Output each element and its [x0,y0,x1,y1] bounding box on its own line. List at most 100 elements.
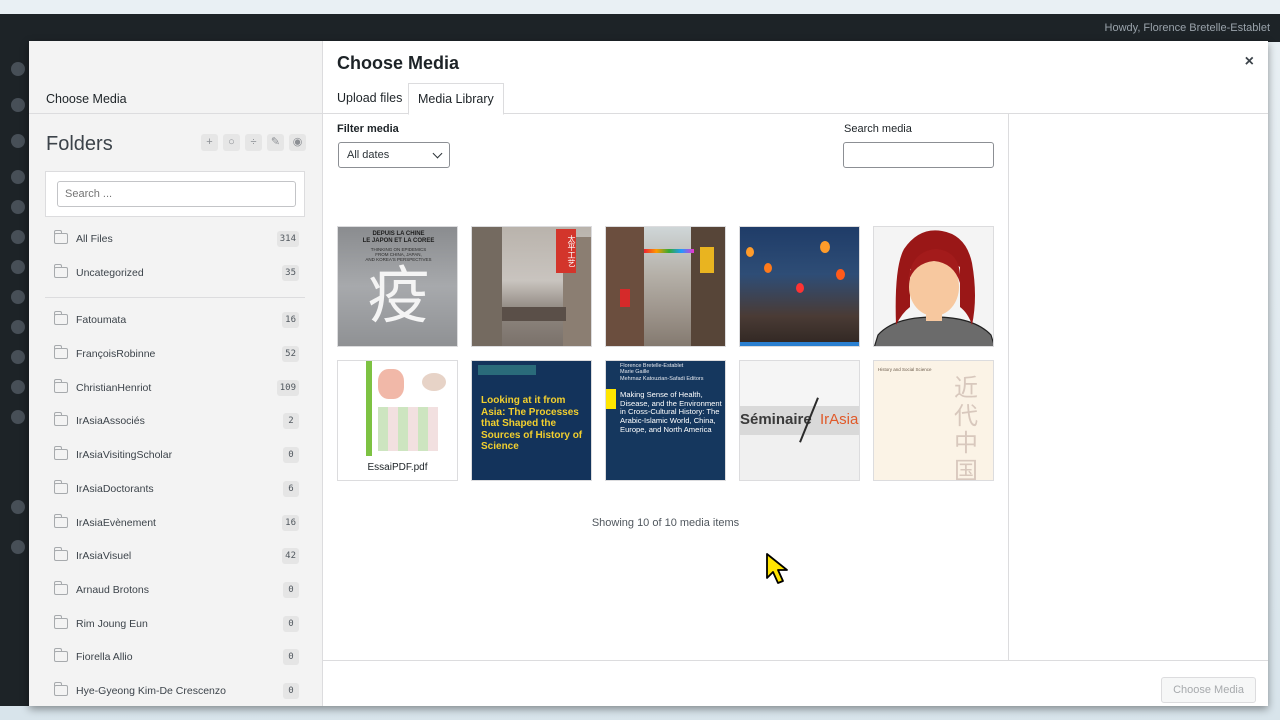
circle-icon[interactable]: ○ [223,134,240,151]
new-folder-icon[interactable]: + [201,134,218,151]
folder-item[interactable]: IrAsiaEvènement 16 [45,514,307,534]
street-sign: 太平工艺 [556,229,576,273]
folder-item[interactable]: Fiorella Allio 0 [45,648,307,668]
modal-menu-title[interactable]: Choose Media [46,92,127,106]
lantern [820,241,830,253]
page-title: Choose Media [337,53,460,73]
folder-item[interactable]: Rim Joung Eun 0 [45,615,307,635]
folder-search-input[interactable] [57,181,296,207]
lantern-sign [700,247,714,273]
menu-icon[interactable] [11,134,25,148]
calligraphy-glyph: 疫 [367,259,430,332]
media-thumbnail[interactable]: Florence Bretelle-Establet Marie Gaille … [605,360,726,481]
book-cover-glyphs: 近代中国 [954,374,978,481]
folder-item[interactable]: IrAsiaVisuel 42 [45,547,307,567]
folder-item[interactable]: All Files 314 [45,230,307,250]
folder-toolbar: + ○ ÷ ✎ ◉ [201,134,306,151]
folder-label: IrAsiaEvènement [76,517,156,529]
folder-count: 16 [282,312,299,328]
book-cover-title: Looking at it from Asia: The Processes t… [481,395,583,452]
chevron-down-icon [432,148,443,159]
media-thumbnail[interactable]: 太平工艺 [471,226,592,347]
folder-count: 16 [282,515,299,531]
menu-icon[interactable] [11,410,25,424]
folder-item[interactable]: IrAsiaDoctorants 6 [45,480,307,500]
media-thumbnail[interactable] [739,226,860,347]
menu-icon[interactable] [11,200,25,214]
folder-count: 0 [283,649,299,665]
lantern [764,263,772,273]
close-icon[interactable]: × [1245,53,1254,71]
choose-media-button[interactable]: Choose Media [1161,677,1256,703]
tab-media-library[interactable]: Media Library [408,83,504,115]
menu-icon[interactable] [11,62,25,76]
media-browser: Filter media All dates Search media DEPU… [323,114,1008,660]
menu-icon[interactable] [11,230,25,244]
street-people [502,307,566,321]
pdf-preview-figure [378,369,404,399]
pdf-preview-bar [366,361,372,457]
search-media-input[interactable] [843,142,994,168]
date-filter-value: All dates [347,149,390,161]
folder-icon [54,514,68,528]
cover-strip [606,389,616,409]
pdf-preview-figure [378,407,438,451]
media-thumbnail[interactable] [605,226,726,347]
menu-icon[interactable] [11,260,25,274]
menu-icon[interactable] [11,380,25,394]
folder-label: IrAsiaVisitingScholar [76,449,173,461]
media-thumbnail[interactable]: Looking at it from Asia: The Processes t… [471,360,592,481]
folder-label: Fiorella Allio [76,651,133,663]
folder-icon [54,615,68,629]
media-thumbnail[interactable]: DEPUIS LA CHINE LE JAPON ET LA COREE THI… [337,226,458,347]
edit-icon[interactable]: ✎ [267,134,284,151]
search-label: Search media [844,123,912,135]
menu-icon[interactable] [11,350,25,364]
folder-item[interactable]: Hye-Gyeong Kim-De Crescenzo 0 [45,682,307,702]
menu-icon[interactable] [11,170,25,184]
folder-icon [54,264,68,278]
folder-icon [54,412,68,426]
folder-icon [54,581,68,595]
folder-label: All Files [76,233,113,245]
folder-item[interactable]: IrAsiaAssociés 2 [45,412,307,432]
mouse-cursor-icon [766,553,788,584]
media-thumbnail[interactable] [873,226,994,347]
cover-strip [478,365,536,375]
folder-item[interactable]: ChristianHenriot 109 [45,379,307,399]
folder-item[interactable]: IrAsiaVisitingScholar 0 [45,446,307,466]
media-thumbnail[interactable]: EssaiPDF.pdf [337,360,458,481]
menu-icon[interactable] [11,290,25,304]
divider [29,113,323,114]
folder-item[interactable]: FrançoisRobinne 52 [45,345,307,365]
prayer-flags [644,249,694,253]
choose-media-modal: Choose Media Folders + ○ ÷ ✎ ◉ All Files… [29,41,1268,706]
folder-item[interactable]: Uncategorized 35 [45,264,307,284]
tab-upload-files[interactable]: Upload files [337,83,402,114]
eye-icon[interactable]: ◉ [289,134,306,151]
folder-count: 42 [282,548,299,564]
folder-icon [54,682,68,696]
folder-label: IrAsiaVisuel [76,550,132,562]
folder-icon [54,345,68,359]
howdy-text[interactable]: Howdy, Florence Bretelle-Establet [1105,22,1270,34]
media-thumbnail[interactable]: History and Social Science 近代中国 [873,360,994,481]
folder-item[interactable]: Fatoumata 16 [45,311,307,331]
folder-label: IrAsiaAssociés [76,415,145,427]
date-filter-select[interactable]: All dates [338,142,450,168]
menu-icon[interactable] [11,540,25,554]
avatar-icon [874,230,993,346]
folder-item[interactable]: Arnaud Brotons 0 [45,581,307,601]
folder-label: Rim Joung Eun [76,618,148,630]
folder-panel: Choose Media Folders + ○ ÷ ✎ ◉ All Files… [29,41,323,706]
sort-icon[interactable]: ÷ [245,134,262,151]
menu-icon[interactable] [11,320,25,334]
logo-text: IrAsia [820,411,859,428]
menu-icon[interactable] [11,500,25,514]
media-thumbnail[interactable]: Séminaire IrAsia [739,360,860,481]
street-building [606,227,644,346]
lantern [746,247,754,257]
folder-icon [54,446,68,460]
menu-icon[interactable] [11,98,25,112]
folder-count: 2 [283,413,299,429]
